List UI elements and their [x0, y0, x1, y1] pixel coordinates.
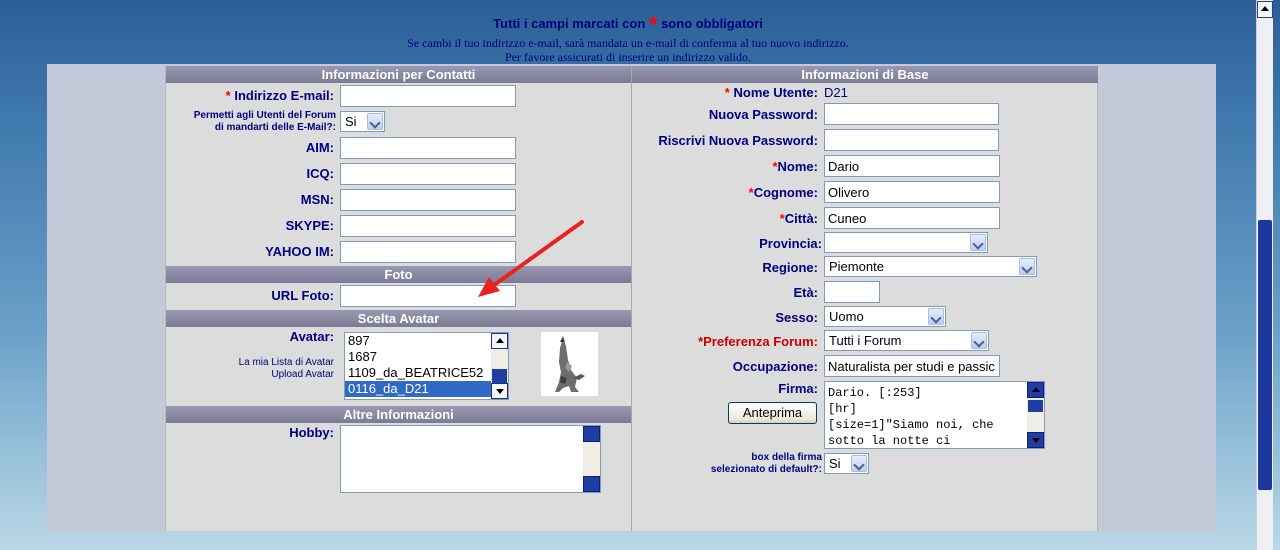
required-star: *: [648, 12, 658, 37]
signature-scrollbar[interactable]: [1027, 382, 1044, 448]
section-header-contact: Informazioni per Contatti: [166, 66, 631, 83]
annotation-arrow-icon: [478, 220, 584, 297]
scroll-down-icon[interactable]: [491, 383, 508, 399]
list-item[interactable]: 1687: [345, 349, 491, 365]
username-label: * Nome Utente:: [724, 85, 818, 100]
hobby-scrollbar[interactable]: [583, 426, 600, 492]
age-label: Età:: [793, 285, 818, 300]
scroll-down-icon[interactable]: [583, 476, 600, 492]
occupation-field[interactable]: Naturalista per studi e passic: [824, 355, 1000, 377]
scroll-up-icon[interactable]: [491, 333, 508, 349]
list-item[interactable]: 1109_da_BEATRICE52: [345, 365, 491, 381]
region-select[interactable]: Piemonte: [824, 256, 1037, 277]
age-field[interactable]: [824, 281, 880, 303]
scroll-down-icon[interactable]: [1027, 432, 1044, 448]
list-item[interactable]: 897: [345, 333, 491, 349]
photo-url-label: URL Foto:: [271, 288, 334, 303]
chevron-down-icon[interactable]: [928, 308, 944, 325]
scroll-up-icon[interactable]: [1257, 1, 1273, 18]
forum-preference-select[interactable]: Tutti i Forum: [824, 330, 989, 351]
city-label: *Città:: [779, 211, 818, 226]
upload-avatar-link[interactable]: Upload Avatar: [166, 369, 334, 381]
name-label: *Nome:: [772, 159, 818, 174]
msn-field[interactable]: [340, 189, 516, 211]
repeat-password-field[interactable]: [824, 129, 999, 151]
email-label: * Indirizzo E-mail:: [225, 88, 334, 103]
avatar-preview-image: [541, 332, 598, 396]
email-field[interactable]: [340, 85, 516, 107]
cat-avatar-icon: [555, 336, 585, 392]
chevron-down-icon[interactable]: [970, 234, 986, 251]
scroll-thumb[interactable]: [1028, 400, 1043, 412]
sex-select[interactable]: Uomo: [824, 306, 946, 327]
avatar-links: La mia Lista di Avatar Upload Avatar: [166, 357, 334, 381]
allow-email-label: Permetti agli Utenti del Forum di mandart…: [193, 110, 336, 133]
aim-field[interactable]: [340, 137, 516, 159]
scroll-up-icon[interactable]: [583, 426, 600, 442]
skype-label: SKYPE:: [285, 218, 334, 233]
surname-field[interactable]: Olivero: [824, 181, 1000, 203]
section-header-base: Informazioni di Base: [632, 66, 1098, 83]
province-select[interactable]: [824, 232, 988, 253]
section-header-other: Altre Informazioni: [166, 406, 631, 423]
icq-field[interactable]: [340, 163, 516, 185]
avatar-listbox[interactable]: 897 1687 1109_da_BEATRICE52 0116_da_D21: [344, 332, 509, 400]
preview-button[interactable]: Anteprima: [728, 402, 817, 424]
sex-label: Sesso:: [775, 310, 818, 325]
avatar-label: Avatar:: [289, 329, 334, 344]
list-item-selected[interactable]: 0116_da_D21: [345, 381, 491, 397]
signature-textarea[interactable]: Dario. [:253] [hr] [size=1]"Siamo noi, c…: [824, 381, 1045, 449]
username-value: D21: [824, 85, 848, 100]
msn-label: MSN:: [300, 192, 334, 207]
region-label: Regione:: [762, 260, 818, 275]
page-scroll-thumb[interactable]: [1258, 220, 1272, 490]
surname-label: *Cognome:: [748, 185, 818, 200]
chevron-down-icon[interactable]: [971, 332, 987, 349]
section-header-avatar: Scelta Avatar: [166, 310, 631, 327]
hobby-textarea[interactable]: [340, 425, 601, 493]
signature-default-label: box della firma selezionato di default?:: [710, 452, 822, 475]
my-avatar-list-link[interactable]: La mia Lista di Avatar: [166, 357, 334, 369]
scroll-thumb[interactable]: [492, 369, 507, 383]
allow-email-select[interactable]: Si: [340, 111, 385, 132]
hobby-label: Hobby:: [289, 425, 334, 440]
avatar-scrollbar[interactable]: [491, 333, 508, 399]
name-field[interactable]: Dario: [824, 155, 1000, 177]
required-fields-note: Tutti i campi marcati con * sono obbliga…: [493, 12, 763, 37]
signature-default-select[interactable]: Si: [824, 453, 869, 474]
forum-preference-label: *Preferenza Forum:: [698, 334, 818, 349]
new-password-label: Nuova Password:: [708, 107, 818, 122]
repeat-password-label: Riscrivi Nuova Password:: [658, 133, 818, 148]
new-password-field[interactable]: [824, 103, 999, 125]
chevron-down-icon[interactable]: [1019, 258, 1035, 275]
chevron-down-icon[interactable]: [367, 113, 383, 130]
chevron-down-icon[interactable]: [851, 455, 867, 472]
icq-label: ICQ:: [306, 166, 334, 181]
page-scrollbar[interactable]: [1256, 0, 1273, 550]
email-change-note: Se cambi il tuo indirizzo e-mail, sarà m…: [407, 36, 849, 50]
signature-label: Firma:: [778, 381, 818, 396]
city-field[interactable]: Cuneo: [824, 207, 1000, 229]
yahoo-label: YAHOO IM:: [265, 244, 334, 259]
aim-label: AIM:: [305, 140, 334, 155]
scroll-up-icon[interactable]: [1027, 382, 1044, 398]
province-label: Provincia:: [759, 236, 822, 251]
occupation-label: Occupazione:: [732, 359, 818, 374]
valid-email-note: Per favore assicurati di inserire un ind…: [505, 50, 751, 64]
